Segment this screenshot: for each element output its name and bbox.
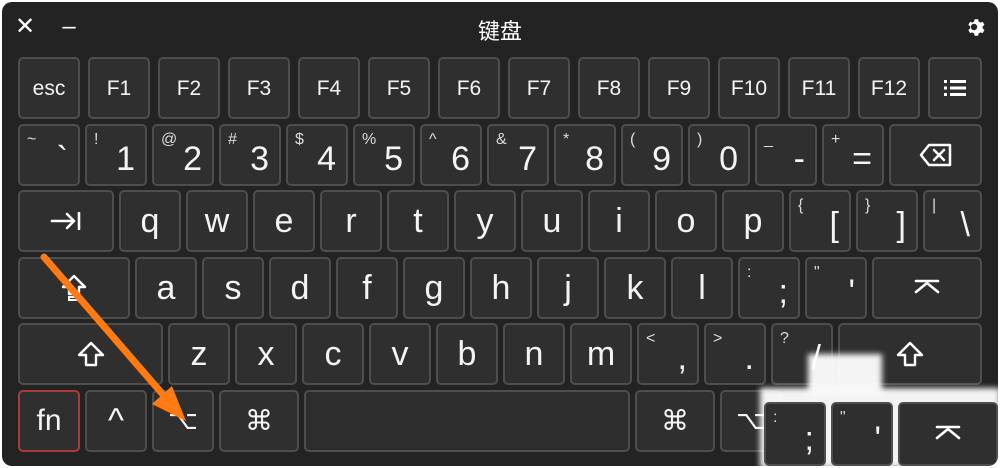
annotation-arrow-icon: [40, 253, 186, 421]
